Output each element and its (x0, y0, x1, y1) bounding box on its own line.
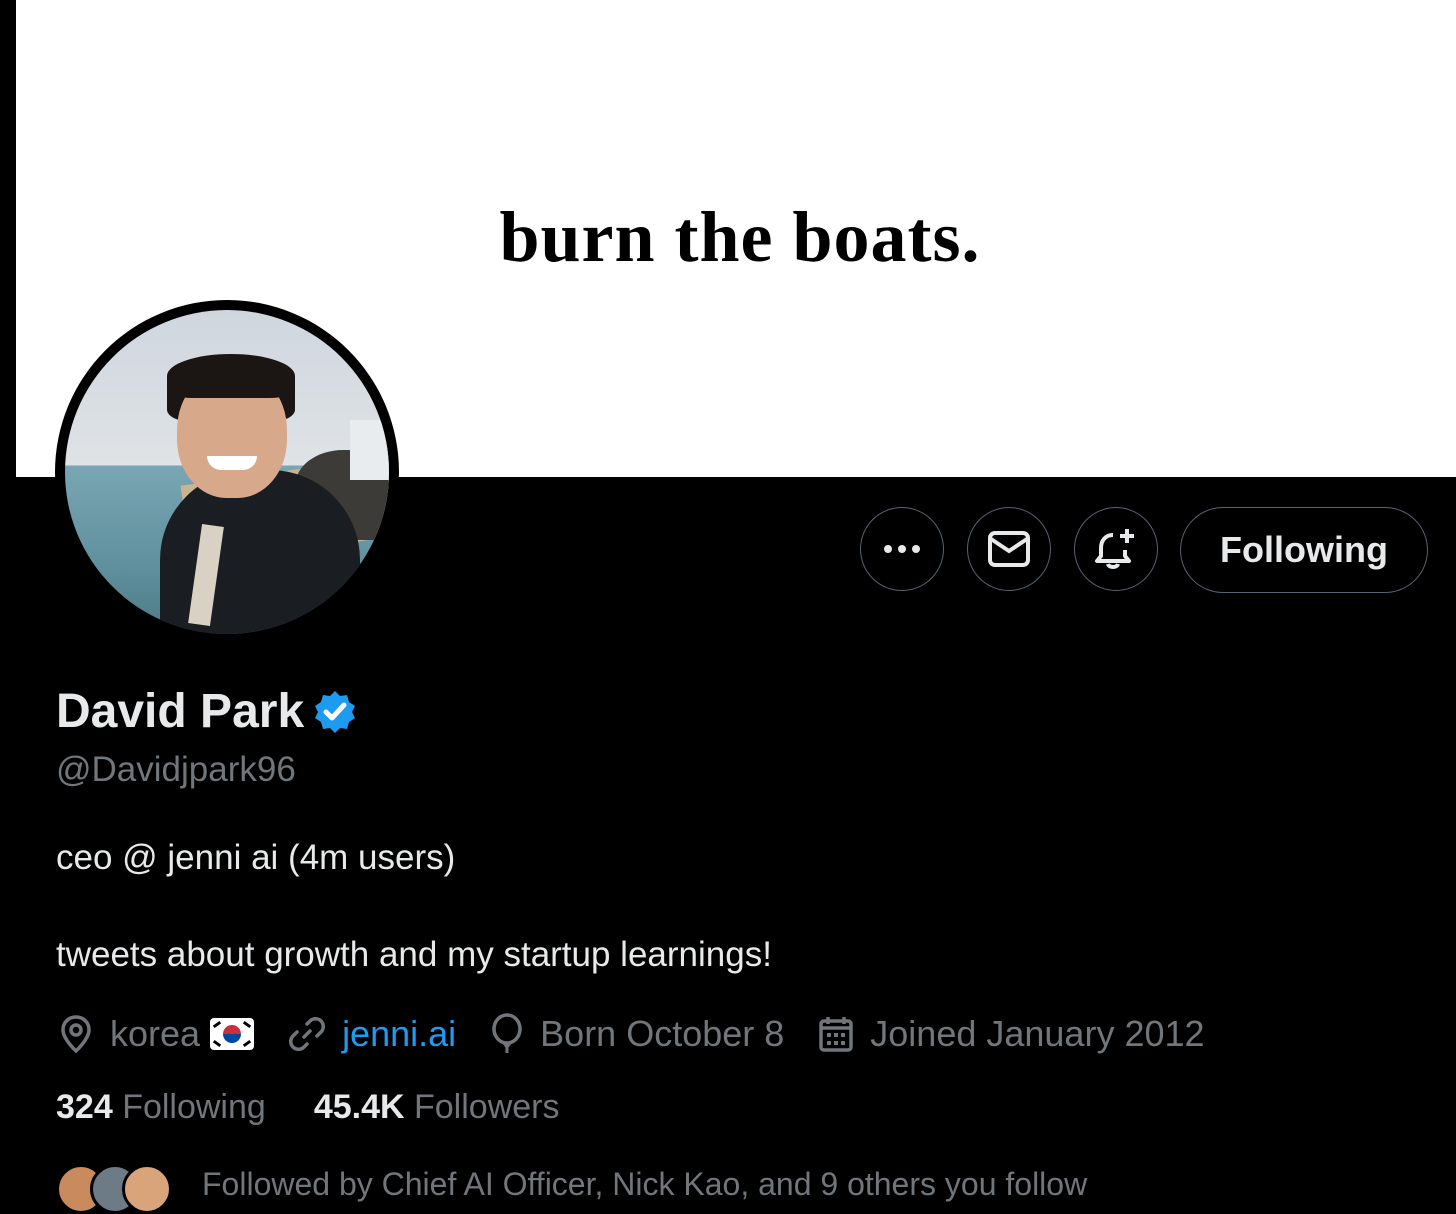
profile-meta: korea jenni.ai Born October 8 Joined Jan… (58, 1010, 1239, 1058)
bio-line: tweets about growth and my startup learn… (56, 935, 772, 974)
following-count[interactable]: 324 Following (56, 1088, 266, 1127)
balloon-icon (492, 1013, 522, 1053)
bell-plus-icon (1095, 529, 1134, 569)
banner-text: burn the boats. (499, 197, 981, 277)
joined-item: Joined January 2012 (818, 1013, 1205, 1055)
location-icon (61, 1015, 91, 1054)
website-item[interactable]: jenni.ai (288, 1013, 456, 1055)
calendar-icon (819, 1017, 854, 1052)
korea-flag-icon (210, 1018, 255, 1050)
location-text: korea (110, 1013, 201, 1054)
avatar (122, 1164, 172, 1214)
message-button[interactable] (967, 507, 1051, 591)
followed-by-text: Followed by Chief AI Officer, Nick Kao, … (202, 1165, 1088, 1202)
notify-button[interactable] (1074, 507, 1158, 591)
followers-number: 45.4K (313, 1088, 405, 1126)
user-handle: @Davidjpark96 (56, 750, 296, 789)
profile-actions: Following (0, 507, 1456, 593)
birthday-item: Born October 8 (490, 1013, 784, 1055)
following-label: Following (122, 1088, 266, 1126)
verified-badge-icon[interactable] (312, 689, 358, 735)
name-row: David Park (56, 684, 358, 739)
mail-icon (988, 531, 1030, 567)
followers-label: Followers (414, 1088, 560, 1126)
following-number: 324 (56, 1088, 113, 1126)
window-edge (0, 0, 16, 1201)
bio-line: ceo @ jenni ai (4m users) (56, 838, 456, 877)
location-item: korea (58, 1013, 255, 1055)
more-button[interactable] (860, 507, 944, 591)
link-icon (289, 1017, 326, 1051)
following-button[interactable]: Following (1180, 507, 1428, 593)
joined-text: Joined January 2012 (870, 1013, 1205, 1054)
followers-count[interactable]: 45.4K Followers (314, 1088, 560, 1127)
more-icon (884, 545, 920, 553)
display-name: David Park (56, 685, 305, 738)
birthday-text: Born October 8 (540, 1013, 785, 1054)
website-link[interactable]: jenni.ai (342, 1013, 456, 1055)
follow-counts: 324 Following 45.4K Followers (56, 1088, 607, 1127)
